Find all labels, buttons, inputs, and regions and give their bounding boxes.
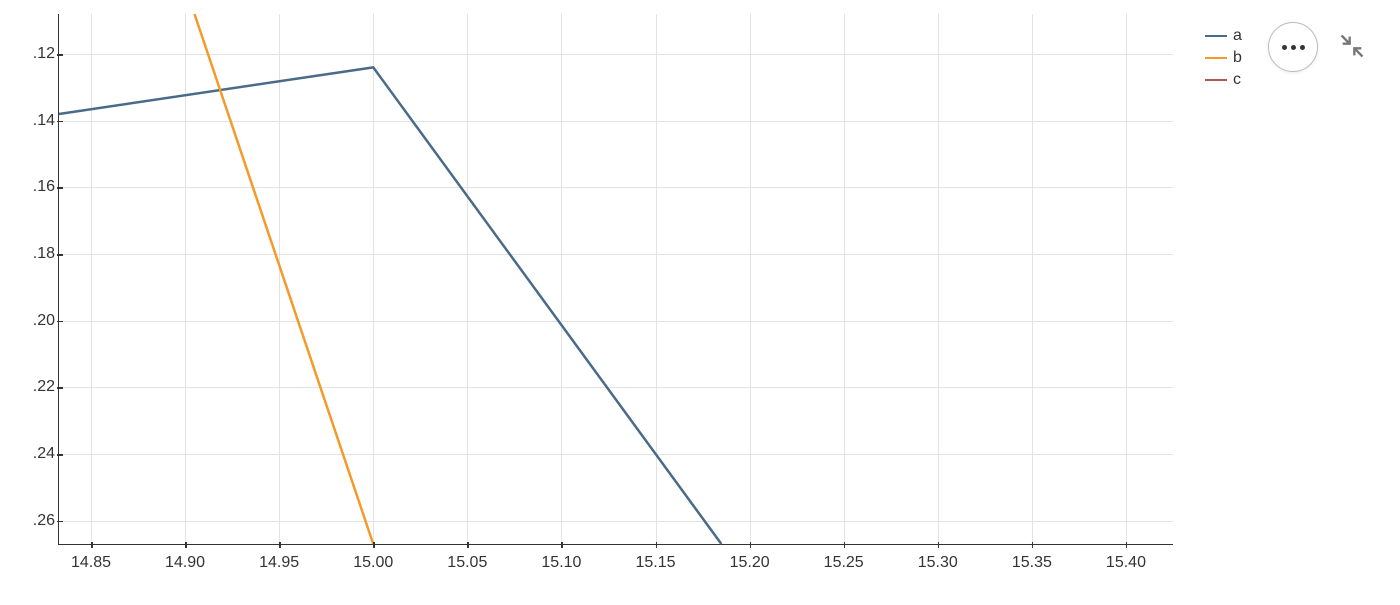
x-tick-label: 15.05: [447, 554, 487, 572]
more-options-button[interactable]: [1268, 22, 1318, 72]
x-tick-label: 15.10: [541, 554, 581, 572]
chart-lines: [59, 14, 1173, 544]
x-tick-label: 14.85: [71, 554, 111, 572]
y-tick-label: .18: [19, 245, 55, 263]
legend-item-a[interactable]: a: [1205, 25, 1242, 47]
legend-label: c: [1233, 71, 1241, 89]
legend-item-c[interactable]: c: [1205, 69, 1242, 91]
x-tick-label: 15.20: [730, 554, 770, 572]
x-tick-label: 15.25: [824, 554, 864, 572]
x-tick-label: 15.00: [353, 554, 393, 572]
y-tick-label: .14: [19, 112, 55, 130]
x-tick-label: 14.90: [165, 554, 205, 572]
dots-icon: [1282, 45, 1287, 50]
legend-label: b: [1233, 49, 1242, 67]
y-tick-label: .22: [19, 378, 55, 396]
legend-label: a: [1233, 27, 1242, 45]
y-tick-label: .26: [19, 512, 55, 530]
y-tick-label: .20: [19, 312, 55, 330]
x-tick-label: 15.35: [1012, 554, 1052, 572]
x-tick-label: 15.40: [1106, 554, 1146, 572]
x-tick-label: 15.30: [918, 554, 958, 572]
y-tick-label: .24: [19, 445, 55, 463]
y-tick-label: .16: [19, 178, 55, 196]
chart-legend: a b c: [1205, 25, 1242, 91]
x-tick-label: 14.95: [259, 554, 299, 572]
x-tick-label: 15.15: [635, 554, 675, 572]
chart-plot-area[interactable]: .12.14.16.18.20.22.24.26 14.8514.9014.95…: [58, 14, 1173, 545]
legend-item-b[interactable]: b: [1205, 47, 1242, 69]
fullscreen-collapse-icon: [1338, 32, 1366, 60]
y-tick-label: .12: [19, 45, 55, 63]
fullscreen-toggle-button[interactable]: [1338, 32, 1366, 60]
